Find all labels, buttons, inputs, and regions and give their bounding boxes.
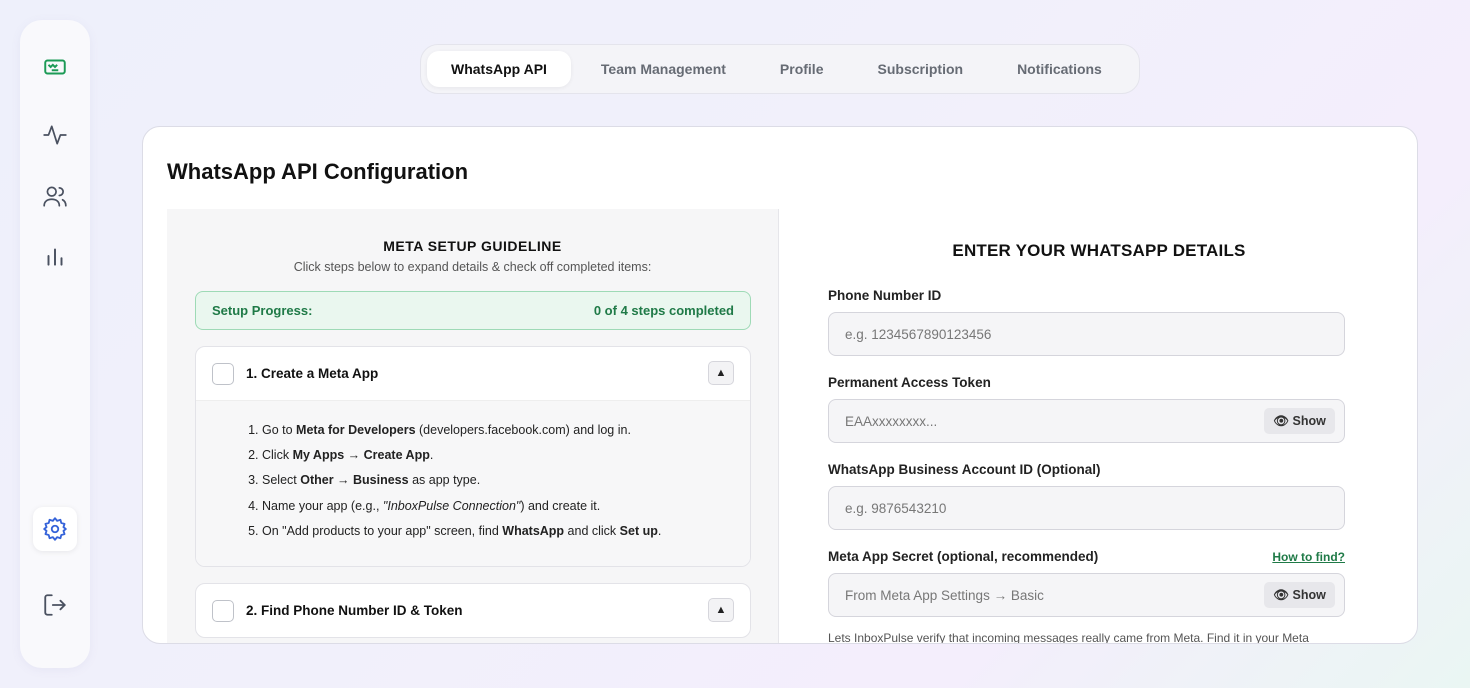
tab-profile[interactable]: Profile [756,51,848,87]
logout-icon[interactable] [33,583,77,627]
collapse-toggle-button[interactable]: ▲ [708,361,734,385]
app-secret-label: Meta App Secret (optional, recommended) [828,549,1099,564]
list-item: Name your app (e.g., "InboxPulse Connect… [262,494,734,519]
list-item: On "Add products to your app" screen, fi… [262,519,734,544]
step-instructions: Go to Meta for Developers (developers.fa… [248,418,734,544]
phone-number-id-label: Phone Number ID [828,288,942,303]
collapse-toggle-button[interactable]: ▲ [708,598,734,622]
step-checkbox[interactable] [212,599,234,622]
users-icon[interactable] [33,174,77,218]
step-title: 2. Find Phone Number ID & Token [246,603,463,618]
show-token-button[interactable]: 👁 Show [1264,408,1335,434]
step-details: Go to Meta for Developers (developers.fa… [196,400,750,567]
phone-number-id-input[interactable] [828,312,1345,356]
whatsapp-logo-icon[interactable] [33,45,77,89]
bar-chart-icon[interactable] [33,234,77,278]
list-item: Click My Apps → Create App. [262,443,734,468]
list-item: Go to Meta for Developers (developers.fa… [262,418,734,443]
app-secret-help-text: Lets InboxPulse verify that incoming mes… [828,631,1309,644]
tab-team-management[interactable]: Team Management [577,51,750,87]
tab-whatsapp-api[interactable]: WhatsApp API [427,51,571,87]
step-card: 1. Create a Meta App ▲ Go to Meta for De… [195,346,751,568]
page-title: WhatsApp API Configuration [167,159,469,184]
activity-icon[interactable] [33,113,77,157]
setup-guideline-panel: META SETUP GUIDELINE Click steps below t… [167,209,779,643]
step-header[interactable]: 2. Find Phone Number ID & Token ▲ [196,584,750,637]
step-title: 1. Create a Meta App [246,366,379,381]
tab-notifications[interactable]: Notifications [993,51,1126,87]
setup-progress-bar: Setup Progress: 0 of 4 steps completed [195,291,751,330]
show-secret-button[interactable]: 👁 Show [1264,582,1335,608]
progress-label: Setup Progress: [212,303,313,318]
progress-status: 0 of 4 steps completed [593,303,734,318]
step-card: 2. Find Phone Number ID & Token ▲ [195,583,751,638]
details-title: ENTER YOUR WHATSAPP DETAILS [952,241,1246,260]
tab-subscription[interactable]: Subscription [854,51,988,87]
settings-tabs: WhatsApp API Team Management Profile Sub… [420,44,1140,94]
step-header[interactable]: 1. Create a Meta App ▲ [196,347,750,400]
access-token-label: Permanent Access Token [828,375,991,390]
guideline-subtitle: Click steps below to expand details & ch… [293,260,652,274]
waba-id-label: WhatsApp Business Account ID (Optional) [828,462,1101,477]
waba-id-input[interactable] [828,486,1345,530]
how-to-find-link[interactable]: How to find? [1272,550,1345,564]
guideline-title: META SETUP GUIDELINE [383,238,562,254]
step-checkbox[interactable] [212,362,234,385]
list-item: Select Other → Business as app type. [262,468,734,493]
gear-icon[interactable] [33,507,77,551]
sidebar [20,20,90,668]
whatsapp-config-card: WhatsApp API Configuration META SETUP GU… [142,126,1418,644]
